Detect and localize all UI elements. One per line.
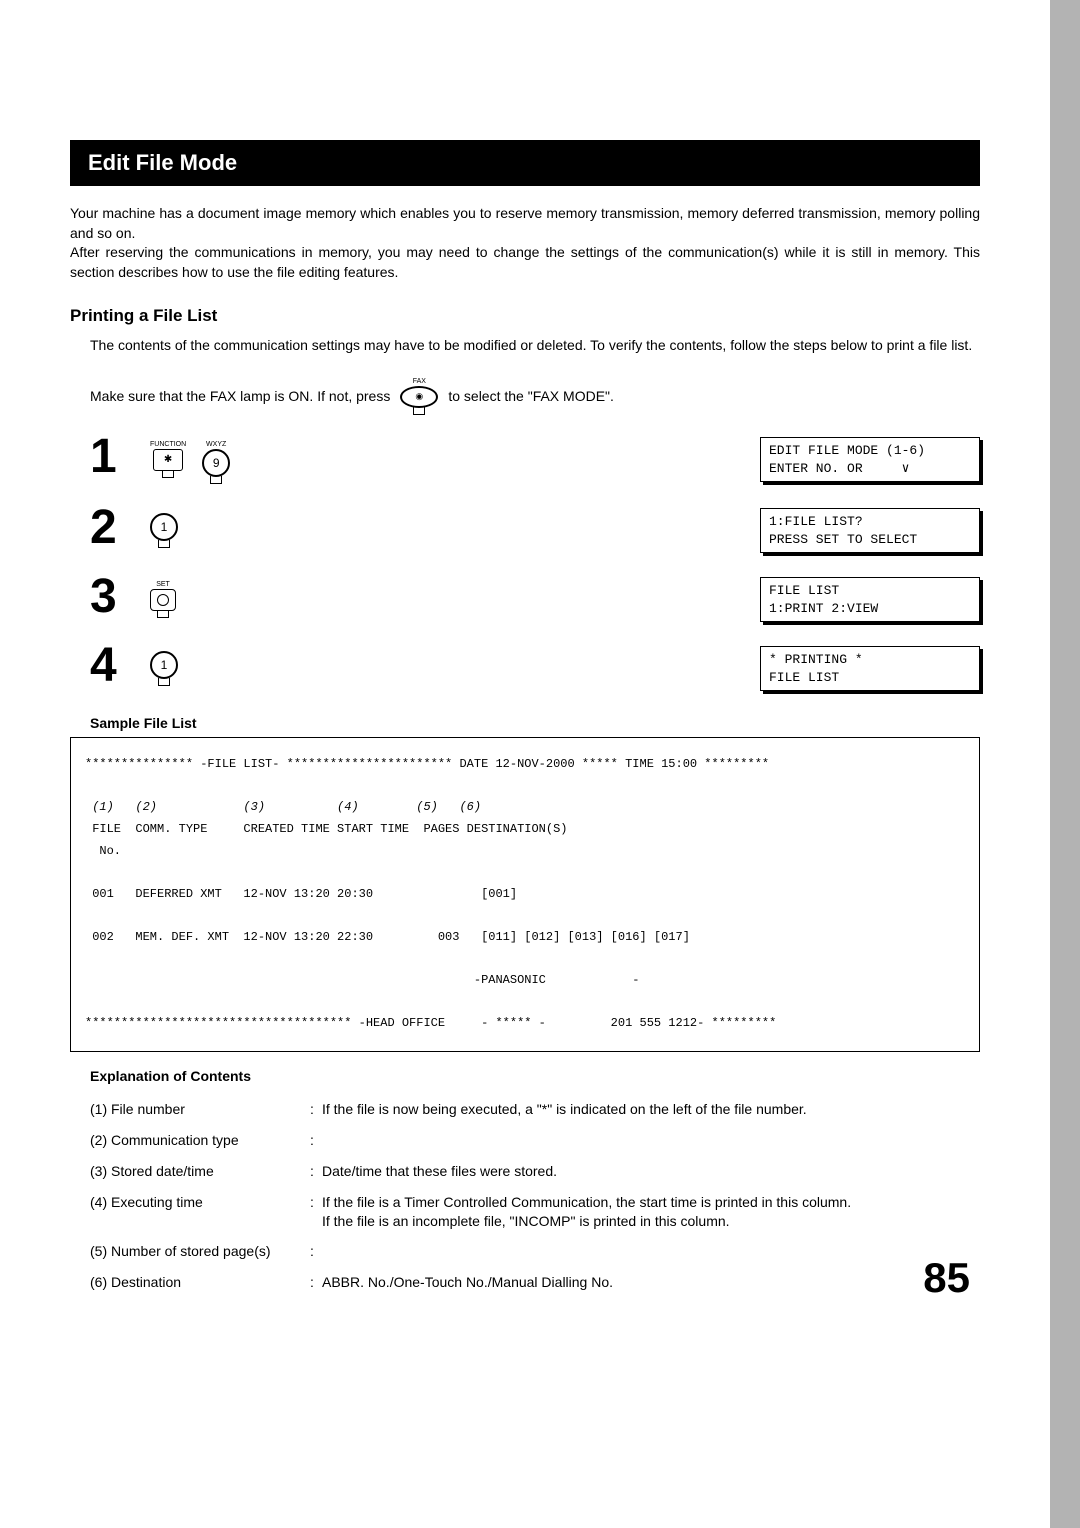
- intro-paragraph: Your machine has a document image memory…: [70, 204, 980, 282]
- explain-desc: [322, 1125, 980, 1156]
- lcd-display: EDIT FILE MODE (1-6) ENTER NO. OR ∨: [760, 437, 980, 482]
- round-button-icon: 1: [150, 651, 178, 679]
- step-buttons: 1: [150, 650, 178, 686]
- step-buttons: SET: [150, 581, 176, 618]
- sample-heading: Sample File List: [90, 715, 980, 731]
- sample-col-headings: FILE COMM. TYPE CREATED TIME START TIME …: [85, 822, 567, 858]
- step-number: 3: [90, 575, 150, 618]
- sample-line-4: -PANASONIC -: [85, 973, 640, 987]
- button-stack: 1: [150, 650, 178, 686]
- round-button-icon: 1: [150, 513, 178, 541]
- button-top-label: WXYZ: [206, 441, 226, 448]
- intro-line-1: Your machine has a document image memory…: [70, 205, 980, 241]
- button-stack: 1: [150, 512, 178, 548]
- section-description: The contents of the communication settin…: [90, 336, 980, 356]
- step-row: 1FUNCTION✱ WXYZ9 EDIT FILE MODE (1-6) ENTE…: [90, 435, 980, 484]
- press-indicator-icon: [158, 540, 170, 548]
- press-indicator-icon: [210, 476, 222, 484]
- fax-button-icon: ◉: [400, 386, 438, 408]
- explain-label: (4) Executing time: [90, 1187, 310, 1237]
- explain-label: (6) Destination: [90, 1267, 310, 1298]
- fax-button: FAX ◉: [400, 378, 438, 415]
- make-sure-after: to select the "FAX MODE".: [448, 388, 614, 404]
- step-row: 3 SET FILE LIST 1:PRINT 2:VIEW: [90, 575, 980, 622]
- table-row: (4) Executing time:If the file is a Time…: [90, 1187, 980, 1237]
- sample-row-1: 001 DEFERRED XMT 12-NOV 13:20 20:30 [001…: [85, 887, 517, 901]
- lcd-display: FILE LIST 1:PRINT 2:VIEW: [760, 577, 980, 622]
- sample-row-2: 002 MEM. DEF. XMT 12-NOV 13:20 22:30 003…: [85, 930, 690, 944]
- make-sure-row: Make sure that the FAX lamp is ON. If no…: [90, 378, 980, 415]
- button-stack: WXYZ9: [202, 441, 230, 484]
- table-row: (2) Communication type:: [90, 1125, 980, 1156]
- explain-desc: Date/time that these files were stored.: [322, 1156, 980, 1187]
- explain-label: (3) Stored date/time: [90, 1156, 310, 1187]
- colon: :: [310, 1094, 322, 1125]
- table-row: (6) Destination:ABBR. No./One-Touch No./…: [90, 1267, 980, 1298]
- press-indicator-icon: [157, 610, 169, 618]
- explain-desc: If the file is now being executed, a "*"…: [322, 1094, 980, 1125]
- press-indicator-icon: [158, 678, 170, 686]
- table-row: (3) Stored date/time:Date/time that thes…: [90, 1156, 980, 1187]
- colon: :: [310, 1125, 322, 1156]
- sample-header: *************** -FILE LIST- ************…: [85, 757, 769, 771]
- sample-footer: ************************************* -H…: [85, 1016, 776, 1030]
- steps-container: 1FUNCTION✱WXYZ9EDIT FILE MODE (1-6) ENTE…: [90, 435, 980, 691]
- table-row: (5) Number of stored page(s):: [90, 1236, 980, 1267]
- button-top-label: FUNCTION: [150, 441, 186, 448]
- page-title: Edit File Mode: [70, 140, 980, 186]
- intro-line-2: After reserving the communications in me…: [70, 244, 980, 280]
- explain-label: (1) File number: [90, 1094, 310, 1125]
- lcd-display: 1:FILE LIST? PRESS SET TO SELECT: [760, 508, 980, 553]
- sample-file-list: *************** -FILE LIST- ************…: [70, 737, 980, 1052]
- step-buttons: FUNCTION✱ WXYZ9: [150, 441, 230, 484]
- press-indicator-icon: [413, 407, 425, 415]
- explain-desc: ABBR. No./One-Touch No./Manual Dialling …: [322, 1267, 980, 1298]
- explain-desc: [322, 1236, 980, 1267]
- button-stack: FUNCTION✱: [150, 441, 186, 478]
- set-button-icon: [150, 589, 176, 611]
- colon: :: [310, 1236, 322, 1267]
- explanation-table: (1) File number:If the file is now being…: [90, 1094, 980, 1298]
- press-indicator-icon: [162, 470, 174, 478]
- step-buttons: 1: [150, 512, 178, 548]
- lcd-display: * PRINTING * FILE LIST: [760, 646, 980, 691]
- step-number: 4: [90, 644, 150, 687]
- step-row: 41 * PRINTING * FILE LIST: [90, 644, 980, 691]
- button-top-label: SET: [156, 581, 170, 588]
- explain-desc: If the file is a Timer Controlled Commun…: [322, 1187, 980, 1237]
- page-number: 85: [923, 1254, 970, 1302]
- explanation-heading: Explanation of Contents: [90, 1068, 980, 1084]
- fax-button-label: FAX: [413, 378, 426, 385]
- step-number: 2: [90, 506, 150, 549]
- make-sure-before: Make sure that the FAX lamp is ON. If no…: [90, 388, 390, 404]
- explain-label: (2) Communication type: [90, 1125, 310, 1156]
- table-row: (1) File number:If the file is now being…: [90, 1094, 980, 1125]
- explain-label: (5) Number of stored page(s): [90, 1236, 310, 1267]
- func-button-icon: ✱: [153, 449, 183, 471]
- step-row: 21 1:FILE LIST? PRESS SET TO SELECT: [90, 506, 980, 553]
- colon: :: [310, 1156, 322, 1187]
- sample-col-index: (1) (2) (3) (4) (5) (6): [85, 800, 481, 814]
- step-number: 1: [90, 435, 150, 478]
- colon: :: [310, 1267, 322, 1298]
- section-heading: Printing a File List: [70, 306, 980, 326]
- round-button-icon: 9: [202, 449, 230, 477]
- colon: :: [310, 1187, 322, 1237]
- button-stack: SET: [150, 581, 176, 618]
